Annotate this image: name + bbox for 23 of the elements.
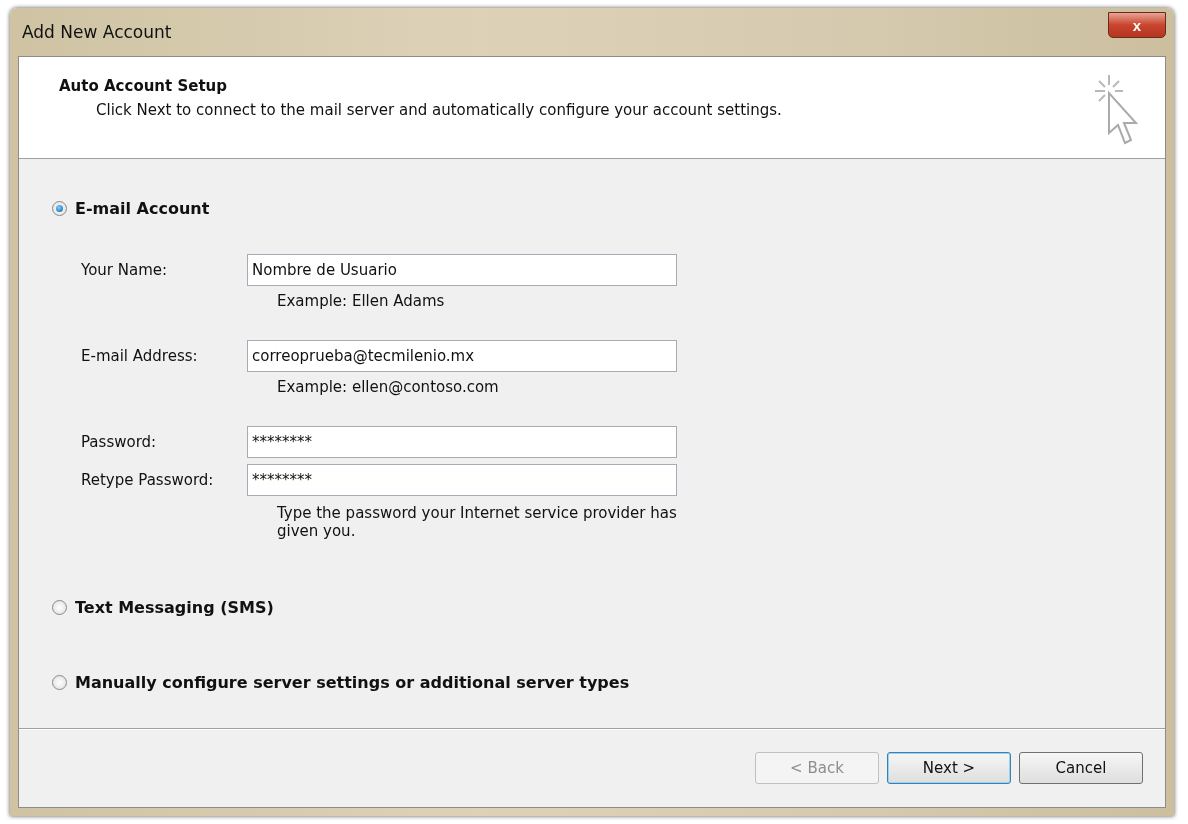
header-subtitle: Click Next to connect to the mail server and automatically configure your account settings. (95, 101, 782, 119)
header-title: Auto Account Setup (59, 77, 228, 95)
option-label[interactable]: E-mail Account (75, 199, 210, 218)
radio-button[interactable] (52, 201, 67, 216)
window-title: Add New Account (21, 22, 172, 42)
hint-text: Type the password your Internet service provider has given you. (276, 503, 677, 540)
input-field[interactable]: correoprueba@tecmilenio.mx (247, 340, 677, 372)
input-field[interactable]: Nombre de Usuario (247, 254, 677, 286)
radio-button[interactable] (52, 600, 67, 615)
field-label: Retype Password: (81, 471, 215, 489)
field-label: Password: (81, 433, 158, 451)
option-label[interactable]: Manually configure server settings or additional server types (75, 673, 630, 692)
radio-button[interactable] (52, 675, 67, 690)
hint-text: Example: Ellen Adams (276, 291, 446, 312)
field-label: Your Name: (81, 261, 169, 279)
cancel-button[interactable]: Cancel (1019, 752, 1143, 784)
close-button[interactable]: x (1108, 12, 1166, 38)
field-label: E-mail Address: (81, 347, 199, 365)
option-label[interactable]: Text Messaging (SMS) (75, 598, 274, 617)
next-button[interactable]: Next > (887, 752, 1011, 784)
input-field[interactable]: ******** (247, 426, 677, 458)
hint-text: Example: ellen@contoso.com (276, 377, 500, 398)
input-field[interactable]: ******** (247, 464, 677, 496)
